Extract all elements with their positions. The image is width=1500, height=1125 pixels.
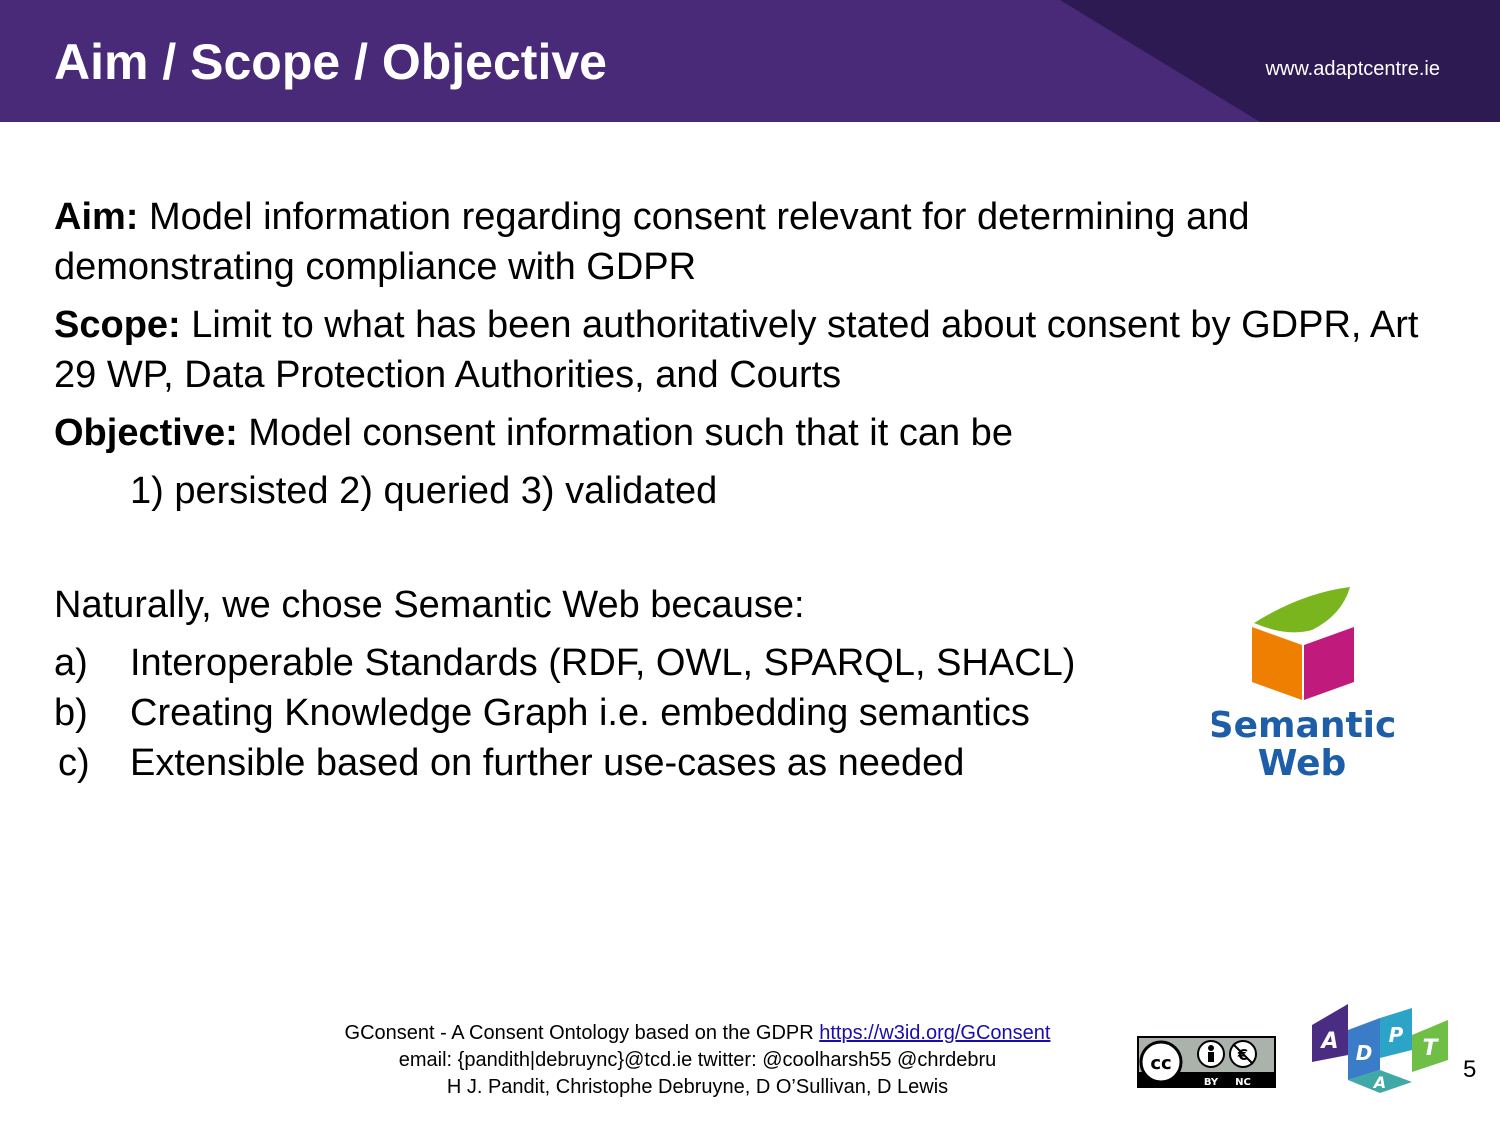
sw-text-line2: Web: [1258, 743, 1347, 780]
semantic-web-logo: Semantic Web: [1212, 587, 1396, 780]
sw-cube-right: [1304, 627, 1354, 700]
scope-text: Limit to what has been authoritatively s…: [54, 304, 1419, 396]
gconsent-link[interactable]: https://w3id.org/GConsent: [819, 1022, 1050, 1044]
scope-label: Scope:: [54, 304, 181, 346]
list-item-text: Extensible based on further use-cases as…: [130, 742, 965, 784]
footer-ontology-text: GConsent - A Consent Ontology based on t…: [344, 1022, 820, 1044]
cc-license-badge: cc € BY NC: [1137, 1036, 1276, 1088]
objective-paragraph: Objective: Model consent information suc…: [54, 408, 1454, 458]
list-item-text: Interoperable Standards (RDF, OWL, SPARQ…: [130, 642, 1076, 684]
list-marker: c): [58, 742, 90, 784]
naturally-heading: Naturally, we chose Semantic Web because…: [54, 584, 805, 626]
list-marker: a): [54, 642, 88, 684]
cc-by-label: BY: [1204, 1077, 1219, 1088]
list-item: a) Interoperable Standards (RDF, OWL, SPA…: [54, 638, 1075, 688]
adapt-logo: A D P A T: [1312, 1004, 1448, 1093]
slide-title: Aim / Scope / Objective: [54, 34, 607, 90]
footer-line-1: GConsent - A Consent Ontology based on t…: [200, 1020, 1195, 1047]
list-item: b) Creating Knowledge Graph i.e. embeddin…: [54, 688, 1075, 738]
sw-leaf: [1254, 587, 1350, 633]
svg-text:cc: cc: [1150, 1053, 1171, 1074]
sw-cube-left: [1252, 627, 1302, 700]
list-marker: b): [54, 692, 88, 734]
adapt-letter-p: P: [1389, 1023, 1404, 1047]
reasons-list: a) Interoperable Standards (RDF, OWL, SPA…: [54, 638, 1075, 788]
adapt-letter-a2: A: [1372, 1073, 1386, 1092]
adapt-letter-a: A: [1319, 1029, 1338, 1054]
slide-body: Aim: Model information regarding consent…: [54, 192, 1454, 524]
aim-text: Model information regarding consent rele…: [54, 196, 1250, 288]
adapt-letter-d: D: [1356, 1041, 1373, 1065]
cc-nc-label: NC: [1235, 1077, 1251, 1088]
list-item-text: Creating Knowledge Graph i.e. embedding …: [130, 692, 1030, 734]
page-number: 5: [1463, 1056, 1477, 1083]
list-item: c) Extensible based on further use-cases …: [54, 738, 1075, 788]
footer: GConsent - A Consent Ontology based on t…: [200, 1020, 1195, 1101]
scope-paragraph: Scope: Limit to what has been authoritat…: [54, 300, 1454, 400]
website-url: www.adaptcentre.ie: [1265, 58, 1440, 80]
objective-items: 1) persisted 2) queried 3) validated: [130, 470, 718, 512]
objective-label: Objective:: [54, 412, 238, 454]
objective-text: Model consent information such that it c…: [237, 412, 1013, 454]
sw-text-line1: Semantic: [1212, 705, 1396, 746]
footer-authors: H J. Pandit, Christophe Debruyne, D O’Su…: [446, 1076, 949, 1098]
footer-contact: email: {pandith|debruync}@tcd.ie twitter…: [398, 1049, 997, 1071]
slide-header: Aim / Scope / Objective www.adaptcentre.…: [0, 0, 1500, 122]
aim-paragraph: Aim: Model information regarding consent…: [54, 192, 1454, 292]
adapt-letter-t: T: [1422, 1036, 1439, 1061]
aim-label: Aim:: [54, 196, 139, 238]
